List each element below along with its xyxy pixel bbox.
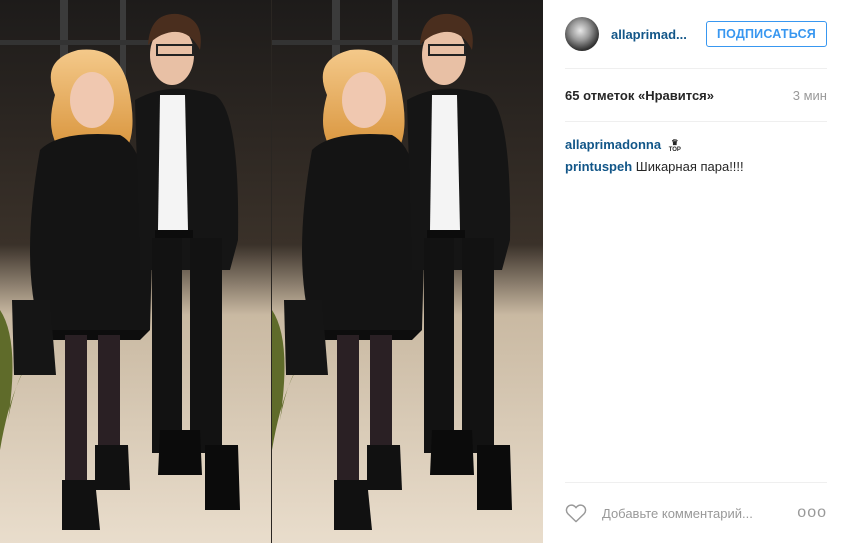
post-header: allaprimad... ПОДПИСАТЬСЯ	[565, 0, 827, 69]
more-options-icon[interactable]: ooo	[797, 504, 827, 522]
photo-panel-right	[272, 0, 543, 543]
post-author-username[interactable]: allaprimad...	[611, 27, 706, 42]
avatar[interactable]	[565, 17, 599, 51]
comment-item: allaprimadonna ♛ TOP	[565, 134, 827, 156]
comment-text: Шикарная пара!!!!	[635, 159, 744, 174]
comment-username[interactable]: printuspeh	[565, 159, 632, 174]
comments-list: allaprimadonna ♛ TOP printuspeh Шикарная…	[565, 122, 827, 178]
follow-button[interactable]: ПОДПИСАТЬСЯ	[705, 21, 827, 47]
heart-icon[interactable]	[565, 503, 587, 523]
post-photo[interactable]	[0, 0, 543, 543]
comment-username[interactable]: allaprimadonna	[565, 137, 661, 152]
post-timestamp[interactable]: 3 мин	[793, 88, 827, 103]
comment-input[interactable]	[600, 504, 798, 522]
comment-item: printuspeh Шикарная пара!!!!	[565, 156, 827, 178]
trophy-icon: ♛	[671, 137, 679, 147]
top-badge-label: TOP	[668, 146, 681, 153]
post-side-panel: allaprimad... ПОДПИСАТЬСЯ 65 отметок «Нр…	[543, 0, 847, 543]
likes-count[interactable]: 65 отметок «Нравится»	[565, 88, 714, 103]
instagram-post: allaprimad... ПОДПИСАТЬСЯ 65 отметок «Нр…	[0, 0, 847, 543]
post-stats: 65 отметок «Нравится» 3 мин	[565, 69, 827, 122]
post-footer: ooo	[565, 482, 827, 543]
photo-panel-left	[0, 0, 271, 543]
top-badge-icon: ♛ TOP	[668, 137, 681, 153]
